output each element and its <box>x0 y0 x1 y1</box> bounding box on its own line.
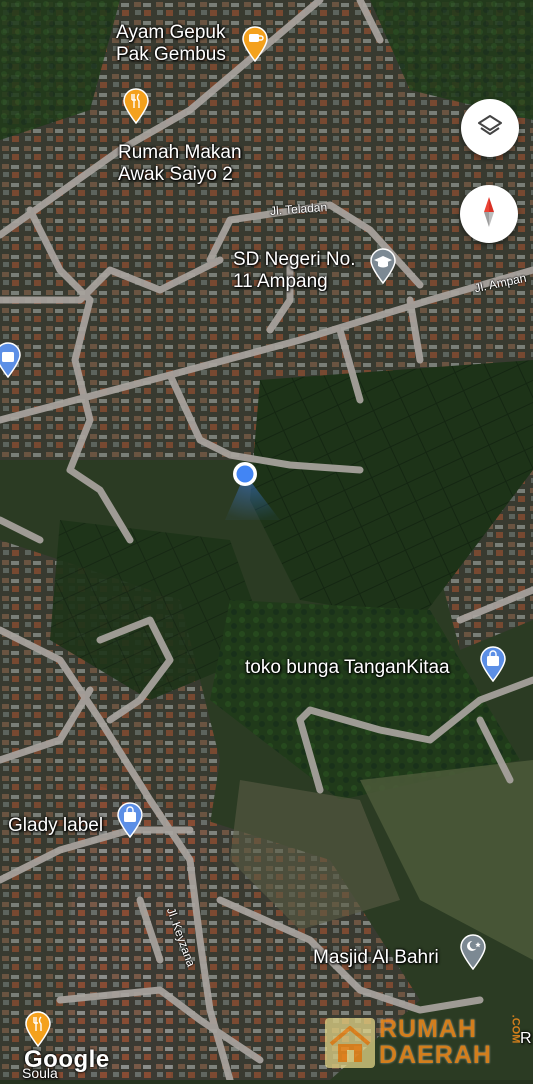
google-logo: Google <box>24 1046 110 1073</box>
poi-pin-ayam-gepuk[interactable] <box>241 26 269 63</box>
poi-pin-bottom-left[interactable] <box>24 1011 52 1048</box>
house-logo-icon <box>325 1018 375 1068</box>
poi-pin-masjid[interactable] <box>459 934 487 971</box>
poi-pin-left-edge[interactable] <box>0 342 22 379</box>
layers-icon <box>476 112 504 145</box>
poi-label-glady-label[interactable]: Glady label <box>8 815 103 837</box>
rumah-daerah-watermark: RUMAH DAERAH .COM <box>323 1013 523 1073</box>
watermark-line2: DAERAH <box>379 1041 492 1069</box>
poi-label-masjid[interactable]: Masjid Al Bahri <box>313 947 439 969</box>
watermark-line1: RUMAH <box>379 1015 478 1043</box>
poi-label-sd-negeri[interactable]: SD Negeri No. 11 Ampang <box>233 249 356 293</box>
poi-pin-sd-negeri[interactable] <box>369 248 397 285</box>
poi-pin-toko-bunga[interactable] <box>479 646 507 683</box>
satellite-map[interactable] <box>0 0 533 1080</box>
poi-pin-rumah-makan[interactable] <box>122 88 150 125</box>
poi-label-ayam-gepuk[interactable]: Ayam Gepuk Pak Gembus <box>116 22 226 66</box>
compass-button[interactable] <box>460 185 518 243</box>
layers-button[interactable] <box>461 99 519 157</box>
poi-pin-glady-label[interactable] <box>116 802 144 839</box>
compass-icon <box>476 194 502 235</box>
poi-label-toko-bunga[interactable]: toko bunga TanganKitaa <box>245 657 450 679</box>
poi-label-rumah-makan[interactable]: Rumah Makan Awak Saiyo 2 <box>118 142 242 186</box>
watermark-suffix: .COM <box>509 1014 522 1044</box>
